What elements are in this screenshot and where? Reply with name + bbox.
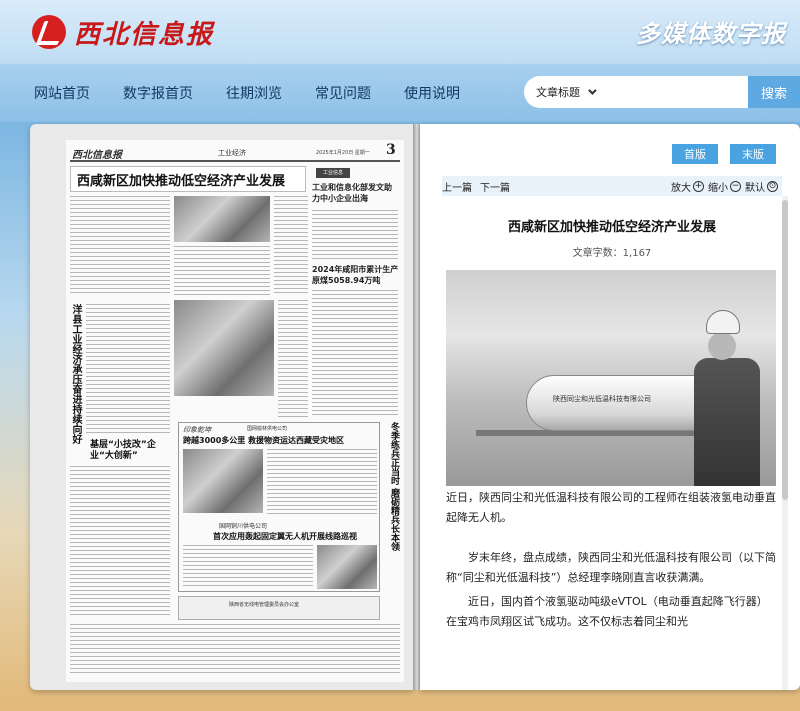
newspaper-logo: 西北信息报 [72, 150, 122, 161]
zoom-in-button[interactable]: 放大 + [671, 179, 704, 194]
text-block [70, 196, 170, 296]
text-block [267, 449, 377, 515]
newspaper-masthead: 西北信息报 工业经济 2025年1月20日 星期一 3 [70, 142, 400, 162]
chevron-down-icon [588, 86, 597, 95]
next-article-link[interactable]: 下一篇 [480, 179, 510, 194]
text-block [70, 466, 170, 616]
text-block [174, 246, 270, 296]
text-block [278, 300, 308, 418]
box-publisher-2: 国网铜川供电公司 [219, 523, 268, 530]
article-body: 近日，陕西同尘和光低温科技有限公司的工程师在组装液氢电动垂直起降无人机。 岁末年… [446, 488, 776, 652]
article-photo: 陕西同尘和光低温科技有限公司 [446, 270, 776, 486]
page-thumbnail-panel: 西北信息报 工业经济 2025年1月20日 星期一 3 西咸新区加快推动低空经济… [30, 124, 414, 690]
newspaper-section: 工业经济 [218, 149, 246, 157]
zoom-in-label: 放大 [671, 182, 691, 194]
zoom-out-label: 缩小 [708, 182, 728, 194]
search-button[interactable]: 搜索 [748, 76, 800, 108]
word-count: 文章字数：1,167 [572, 248, 652, 259]
ad-text: 陕西省无线电管理委员会办公室 [229, 602, 300, 608]
last-page-button[interactable]: 末版 [730, 144, 776, 164]
helmet-icon [706, 310, 740, 334]
newspaper-page-number: 3 [386, 142, 396, 158]
logo-mark-icon [32, 15, 66, 49]
side-article-title[interactable]: 工业和信息化部发文助力中小企业出海 [312, 182, 398, 204]
photo-caption: 近日，陕西同尘和光低温科技有限公司的工程师在组装液氢电动垂直起降无人机。 [446, 491, 776, 524]
box-photo [183, 449, 263, 513]
article-reader-panel: 首版 末版 上一篇 下一篇 放大 + 缩小 − 默认 ⊙ 西咸新区加快推动低空经… [420, 124, 800, 690]
newspaper-headline[interactable]: 西咸新区加快推动低空经济产业发展 [70, 166, 306, 192]
box-photo [317, 545, 377, 589]
brand-title: 多媒体数字报 [636, 20, 786, 48]
feature-box: 印象乾坤 国网榆林供电公司 跨越3000多公里 救援物资运达西藏受灾地区 国网铜… [178, 422, 380, 592]
search-input[interactable] [606, 78, 746, 106]
text-block [86, 304, 170, 434]
nav-item-archive[interactable]: 往期浏览 [226, 83, 282, 103]
newspaper-date: 2025年1月20日 星期一 [316, 150, 370, 156]
article-photo [174, 196, 270, 242]
top-banner: 西北信息报 多媒体数字报 [0, 0, 800, 64]
nav-item-faq[interactable]: 常见问题 [315, 83, 371, 103]
box-publisher: 国网榆林供电公司 [247, 426, 288, 432]
article-scrollbar[interactable] [782, 196, 788, 690]
reset-zoom-button[interactable]: 默认 ⊙ [745, 179, 778, 194]
newspaper-page[interactable]: 西北信息报 工业经济 2025年1月20日 星期一 3 西咸新区加快推动低空经济… [66, 140, 404, 682]
first-page-button[interactable]: 首版 [672, 144, 718, 164]
article-photo [174, 300, 274, 396]
zoom-out-button[interactable]: 缩小 − [708, 179, 741, 194]
text-block [70, 624, 400, 674]
box-title-2[interactable]: 首次应用轰起固定翼无人机开展线路巡视 [213, 531, 379, 542]
text-block [274, 196, 308, 296]
text-block [183, 545, 313, 589]
engineer-figure [692, 310, 762, 486]
reset-zoom-label: 默认 [745, 182, 765, 194]
tank-label: 陕西同尘和光低温科技有限公司 [553, 395, 651, 403]
side-tag: 工业信息 [316, 168, 350, 178]
text-block [312, 290, 398, 416]
scroll-thumb[interactable] [782, 200, 788, 500]
reset-circle-icon: ⊙ [767, 180, 778, 192]
small-article-title[interactable]: 基层“小技改”企业“大创新” [90, 440, 160, 462]
search-type-select[interactable]: 文章标题 [524, 84, 606, 100]
prev-article-link[interactable]: 上一篇 [442, 179, 472, 194]
vertical-headline[interactable]: 洋县工业经济承压奋进持续向好 [70, 304, 82, 444]
ad-banner: 陕西省无线电管理委员会办公室 [178, 596, 380, 620]
vertical-headline-right[interactable]: 冬季练兵正当时 磨砺精兵长本领 [384, 422, 400, 551]
side-article-title-2[interactable]: 2024年咸阳市累计生产原煤5058.94万吨 [312, 264, 400, 286]
digital-paper-book: 西北信息报 工业经济 2025年1月20日 星期一 3 西咸新区加快推动低空经济… [30, 124, 800, 690]
article-paragraph: 岁末年终，盘点成绩，陕西同尘和光低温科技有限公司（以下简称“同尘和光低温科技”）… [446, 551, 776, 584]
nav-item-help[interactable]: 使用说明 [404, 83, 460, 103]
nav-item-epaper-home[interactable]: 数字报首页 [123, 83, 193, 103]
box-logo: 印象乾坤 [183, 426, 211, 434]
reader-toolbar: 上一篇 下一篇 放大 + 缩小 − 默认 ⊙ [442, 176, 782, 196]
plus-circle-icon: + [693, 180, 704, 192]
box-title-1[interactable]: 跨越3000多公里 救援物资运达西藏受灾地区 [183, 435, 379, 446]
minus-circle-icon: − [730, 180, 741, 192]
article-title: 西咸新区加快推动低空经济产业发展 [507, 220, 716, 235]
text-block [312, 210, 398, 260]
search-type-value: 文章标题 [536, 86, 580, 99]
article-paragraph: 近日，国内首个液氢驱动吨级eVTOL（电动垂直起降飞行器）在宝鸡市凤翔区试飞成功… [446, 595, 768, 628]
site-logo[interactable]: 西北信息报 [32, 12, 214, 52]
nav-item-home[interactable]: 网站首页 [34, 83, 90, 103]
logo-text: 西北信息报 [74, 19, 215, 50]
